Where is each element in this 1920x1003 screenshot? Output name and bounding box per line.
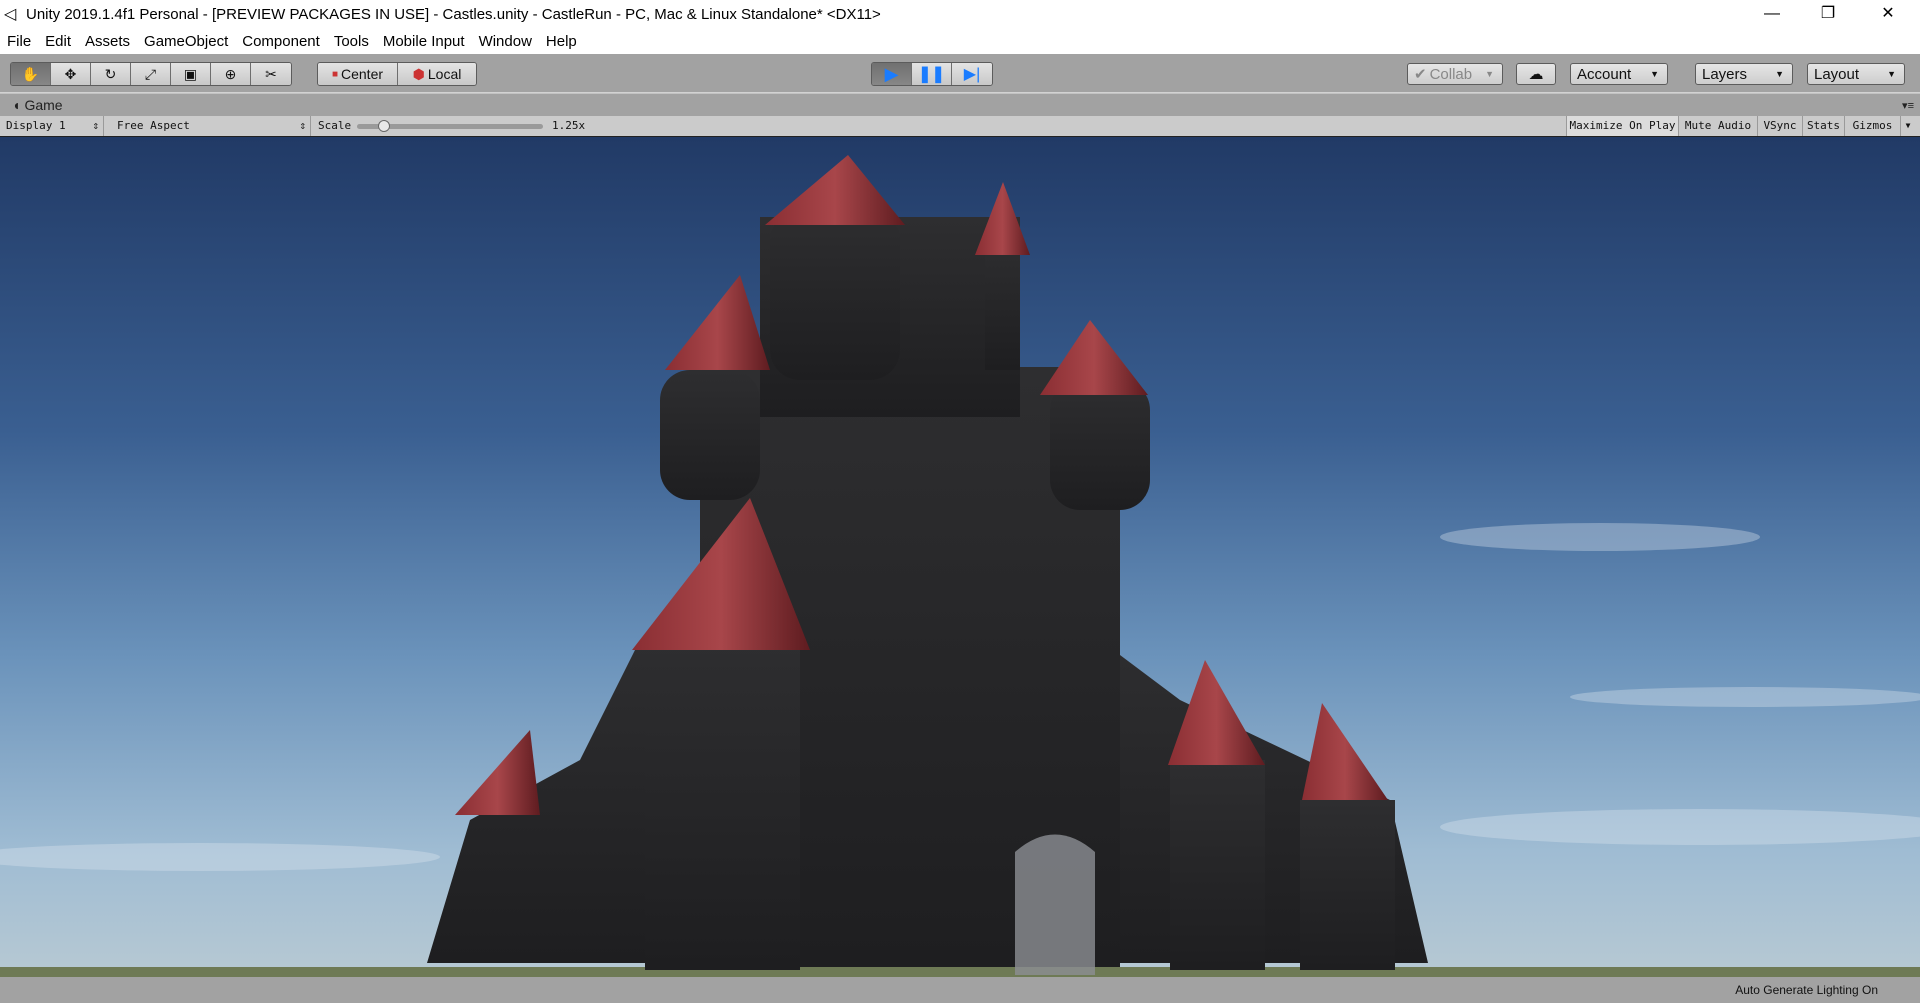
transform-tool-icon[interactable]: ⊕ bbox=[211, 63, 251, 85]
pivot-center-button[interactable]: ■ Center bbox=[318, 63, 398, 85]
menu-mobile-input[interactable]: Mobile Input bbox=[376, 33, 472, 50]
menu-tools[interactable]: Tools bbox=[327, 33, 376, 50]
layers-dropdown[interactable]: Layers ▼ bbox=[1695, 63, 1793, 85]
aspect-dropdown[interactable]: Free Aspect ⇕ bbox=[111, 116, 311, 136]
updown-icon: ⇕ bbox=[299, 119, 306, 132]
custom-tool-icon[interactable]: ✂ bbox=[251, 63, 291, 85]
menu-bar: File Edit Assets GameObject Component To… bbox=[0, 28, 1920, 54]
status-bar: Auto Generate Lighting On bbox=[0, 977, 1920, 1003]
hand-tool-icon[interactable]: ✋ bbox=[11, 63, 51, 85]
display-label: Display 1 bbox=[6, 119, 66, 132]
castle bbox=[427, 210, 1428, 970]
display-dropdown[interactable]: Display 1 ⇕ bbox=[0, 116, 104, 136]
scale-slider-thumb[interactable] bbox=[377, 120, 390, 132]
chevron-down-icon: ▼ bbox=[1775, 69, 1784, 79]
pivot-label: Center bbox=[341, 66, 384, 82]
account-dropdown[interactable]: Account ▼ bbox=[1570, 63, 1668, 85]
rect-tool-icon[interactable]: ▣ bbox=[171, 63, 211, 85]
cube-icon: ⬢ bbox=[412, 65, 425, 82]
menu-window[interactable]: Window bbox=[472, 33, 539, 50]
playmode-group: ▶ ❚❚ ▶| bbox=[871, 62, 993, 86]
menu-gameobject[interactable]: GameObject bbox=[137, 33, 235, 50]
chevron-down-icon: ▼ bbox=[1887, 69, 1896, 79]
scale-slider[interactable] bbox=[357, 120, 543, 132]
restore-button[interactable]: ❐ bbox=[1800, 0, 1856, 28]
game-view[interactable] bbox=[0, 137, 1920, 977]
window-title: Unity 2019.1.4f1 Personal - [PREVIEW PAC… bbox=[26, 5, 881, 23]
lighting-status: Auto Generate Lighting On bbox=[1735, 983, 1878, 997]
layers-label: Layers bbox=[1702, 65, 1748, 83]
game-tab-row: ◖ Game ▾≡ bbox=[0, 94, 1920, 116]
portcullis-gate bbox=[1015, 834, 1095, 975]
vsync-toggle[interactable]: VSync bbox=[1757, 116, 1802, 136]
main-toolbar: ✋ ✥ ↻ ⤢ ▣ ⊕ ✂ ■ Center ⬢ Local ▶ ❚❚ ▶| ✔ Co… bbox=[0, 54, 1920, 93]
step-button[interactable]: ▶| bbox=[952, 63, 992, 85]
ground bbox=[0, 967, 1920, 977]
minimize-button[interactable]: — bbox=[1744, 0, 1800, 28]
scale-tool-icon[interactable]: ⤢ bbox=[131, 63, 171, 85]
account-label: Account bbox=[1577, 65, 1632, 83]
pause-button[interactable]: ❚❚ bbox=[912, 63, 952, 85]
pivot-icon: ■ bbox=[331, 68, 338, 80]
rotate-tool-icon[interactable]: ↻ bbox=[91, 63, 131, 85]
layout-dropdown[interactable]: Layout ▼ bbox=[1807, 63, 1905, 85]
game-view-toolbar: Display 1 ⇕ Free Aspect ⇕ Scale 1.25x Maxi… bbox=[0, 116, 1920, 137]
play-button[interactable]: ▶ bbox=[872, 63, 912, 85]
menu-help[interactable]: Help bbox=[539, 33, 584, 50]
close-button[interactable]: ✕ bbox=[1860, 0, 1916, 28]
maximize-on-play-toggle[interactable]: Maximize On Play bbox=[1566, 116, 1678, 136]
gizmos-toggle[interactable]: Gizmos bbox=[1844, 116, 1900, 136]
panel-menu-icon[interactable]: ▾≡ bbox=[1902, 99, 1914, 112]
check-icon: ✔ bbox=[1414, 66, 1427, 83]
unity-logo-icon: ◁ bbox=[4, 6, 17, 23]
cloud-icon: ☁ bbox=[1528, 66, 1544, 83]
chevron-down-icon: ▼ bbox=[1485, 69, 1494, 79]
castle-scene bbox=[0, 155, 1920, 977]
menu-assets[interactable]: Assets bbox=[78, 33, 137, 50]
updown-icon: ⇕ bbox=[92, 119, 99, 132]
game-tab-icon: ◖ bbox=[12, 97, 21, 113]
layout-label: Layout bbox=[1814, 65, 1860, 83]
move-tool-icon[interactable]: ✥ bbox=[51, 63, 91, 85]
menu-file[interactable]: File bbox=[0, 33, 38, 50]
gizmos-dropdown-icon[interactable]: ▼ bbox=[1900, 116, 1915, 136]
stats-toggle[interactable]: Stats bbox=[1802, 116, 1844, 136]
menu-component[interactable]: Component bbox=[235, 33, 327, 50]
scale-value: 1.25x bbox=[552, 119, 586, 132]
collab-label: Collab bbox=[1429, 65, 1473, 83]
pivot-local-button[interactable]: ⬢ Local bbox=[398, 63, 476, 85]
aspect-label: Free Aspect bbox=[117, 119, 190, 132]
pivot-group: ■ Center ⬢ Local bbox=[317, 62, 477, 86]
chevron-down-icon: ▼ bbox=[1650, 69, 1659, 79]
scale-label: Scale bbox=[318, 119, 352, 132]
title-bar: ◁ Unity 2019.1.4f1 Personal - [PREVIEW P… bbox=[0, 0, 1920, 28]
transform-tools: ✋ ✥ ↻ ⤢ ▣ ⊕ ✂ bbox=[10, 62, 292, 86]
menu-edit[interactable]: Edit bbox=[38, 33, 78, 50]
space-label: Local bbox=[427, 66, 462, 82]
cloud-button[interactable]: ☁ bbox=[1516, 63, 1556, 85]
tab-game[interactable]: Game bbox=[24, 97, 62, 113]
mute-audio-toggle[interactable]: Mute Audio bbox=[1678, 116, 1757, 136]
collab-dropdown[interactable]: ✔ Collab ▼ bbox=[1407, 63, 1503, 85]
